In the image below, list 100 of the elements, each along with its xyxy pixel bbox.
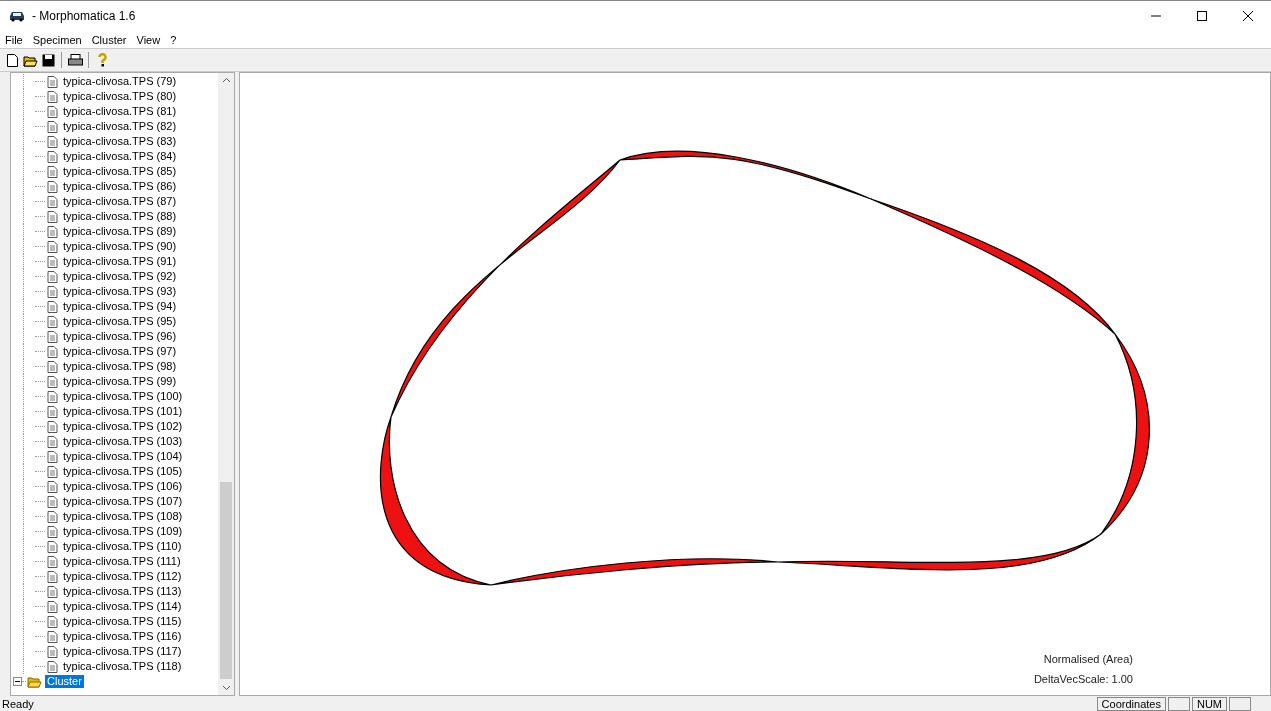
status-text: Ready [2, 697, 34, 710]
folder-icon [27, 675, 42, 688]
close-icon [1243, 11, 1253, 21]
tree-item[interactable]: typica-clivosa.TPS (105) [61, 465, 185, 478]
document-icon [47, 585, 58, 598]
save-icon[interactable] [40, 52, 56, 68]
tree-item[interactable]: typica-clivosa.TPS (115) [61, 615, 184, 628]
print-icon[interactable] [67, 52, 83, 68]
tree-item[interactable]: typica-clivosa.TPS (118) [61, 660, 184, 673]
menu-item[interactable]: Specimen [31, 33, 83, 46]
tree-item[interactable]: typica-clivosa.TPS (100) [61, 390, 185, 403]
document-icon [47, 660, 58, 673]
document-icon [47, 255, 58, 268]
document-icon [47, 540, 58, 553]
tree-item[interactable]: typica-clivosa.TPS (101) [61, 405, 185, 418]
tree-item[interactable]: typica-clivosa.TPS (83) [61, 135, 179, 148]
document-icon [47, 435, 58, 448]
tree-item[interactable]: typica-clivosa.TPS (109) [61, 525, 185, 538]
tree-item[interactable]: typica-clivosa.TPS (79) [61, 75, 179, 88]
document-icon [47, 360, 58, 373]
tree-item[interactable]: typica-clivosa.TPS (102) [61, 420, 185, 433]
tree-item[interactable]: typica-clivosa.TPS (106) [61, 480, 185, 493]
tree-item[interactable]: typica-clivosa.TPS (86) [61, 180, 179, 193]
tree-item[interactable]: typica-clivosa.TPS (87) [61, 195, 179, 208]
tree-item[interactable]: typica-clivosa.TPS (90) [61, 240, 179, 253]
tree-item[interactable]: typica-clivosa.TPS (111) [61, 555, 183, 568]
new-file-icon[interactable] [4, 52, 20, 68]
document-icon [47, 375, 58, 388]
document-icon [47, 210, 58, 223]
maximize-icon [1197, 11, 1207, 21]
tree-item[interactable]: typica-clivosa.TPS (96) [61, 330, 179, 343]
tree-item[interactable]: typica-clivosa.TPS (93) [61, 285, 179, 298]
tree-item[interactable]: typica-clivosa.TPS (99) [61, 375, 179, 388]
status-panel: NUM [1191, 696, 1227, 711]
document-icon [47, 510, 58, 523]
car-icon [8, 10, 26, 22]
document-icon [47, 135, 58, 148]
document-icon [47, 600, 58, 613]
scroll-thumb[interactable] [220, 482, 232, 679]
tree-item[interactable]: typica-clivosa.TPS (81) [61, 105, 179, 118]
tree-item[interactable]: typica-clivosa.TPS (107) [61, 495, 185, 508]
tree-item[interactable]: typica-clivosa.TPS (114) [61, 600, 184, 613]
scrollbar[interactable] [218, 73, 234, 695]
tree-item[interactable]: typica-clivosa.TPS (85) [61, 165, 179, 178]
info-text: DeltaVecScale: 1.00 [1033, 673, 1133, 685]
menu-item[interactable]: File [4, 33, 24, 46]
document-icon [47, 630, 58, 643]
document-icon [47, 165, 58, 178]
document-icon [47, 615, 58, 628]
document-icon [47, 180, 58, 193]
tree-item[interactable]: typica-clivosa.TPS (104) [61, 450, 185, 463]
tree-item[interactable]: typica-clivosa.TPS (117) [61, 645, 184, 658]
tree-item[interactable]: typica-clivosa.TPS (92) [61, 270, 179, 283]
tree-item[interactable]: typica-clivosa.TPS (103) [61, 435, 185, 448]
tree-item[interactable]: typica-clivosa.TPS (97) [61, 345, 179, 358]
document-icon [47, 465, 58, 478]
menu-item[interactable]: Cluster [90, 33, 128, 46]
document-icon [47, 495, 58, 508]
tree-item[interactable]: typica-clivosa.TPS (98) [61, 360, 179, 373]
document-icon [47, 90, 58, 103]
tree-item[interactable]: Cluster [45, 675, 84, 688]
document-icon [47, 75, 58, 88]
tree-item[interactable]: typica-clivosa.TPS (88) [61, 210, 179, 223]
document-icon [47, 555, 58, 568]
tree-item[interactable]: typica-clivosa.TPS (84) [61, 150, 179, 163]
document-icon [47, 645, 58, 658]
tree-item[interactable]: typica-clivosa.TPS (108) [61, 510, 185, 523]
document-icon [47, 195, 58, 208]
document-icon [47, 345, 58, 358]
tree-item[interactable]: typica-clivosa.TPS (110) [61, 540, 184, 553]
menu-item[interactable]: ? [169, 33, 178, 46]
tree-item[interactable]: typica-clivosa.TPS (89) [61, 225, 179, 238]
document-icon [47, 150, 58, 163]
document-icon [47, 120, 58, 133]
tree-item[interactable]: typica-clivosa.TPS (91) [61, 255, 179, 268]
document-icon [47, 315, 58, 328]
document-icon [47, 480, 58, 493]
status-panel: Coordinates [1096, 696, 1166, 711]
tree-item[interactable]: typica-clivosa.TPS (113) [61, 585, 184, 598]
document-icon [47, 285, 58, 298]
document-icon [47, 405, 58, 418]
tree-item[interactable]: typica-clivosa.TPS (116) [61, 630, 184, 643]
tree-item[interactable]: typica-clivosa.TPS (94) [61, 300, 179, 313]
document-icon [47, 330, 58, 343]
document-icon [47, 240, 58, 253]
collapse-icon[interactable] [13, 677, 22, 686]
tree-item[interactable]: typica-clivosa.TPS (95) [61, 315, 179, 328]
info-text: Normalised (Area) [1043, 653, 1133, 665]
document-icon [47, 450, 58, 463]
document-icon [47, 300, 58, 313]
document-icon [47, 570, 58, 583]
tree-item[interactable]: typica-clivosa.TPS (112) [61, 570, 184, 583]
document-icon [47, 105, 58, 118]
tree-item[interactable]: typica-clivosa.TPS (82) [61, 120, 179, 133]
document-icon [47, 420, 58, 433]
document-icon [47, 225, 58, 238]
tree-item[interactable]: typica-clivosa.TPS (80) [61, 90, 179, 103]
window-title: - Morphomatica 1.6 [32, 9, 136, 23]
menu-item[interactable]: View [135, 33, 162, 46]
document-icon [47, 270, 58, 283]
